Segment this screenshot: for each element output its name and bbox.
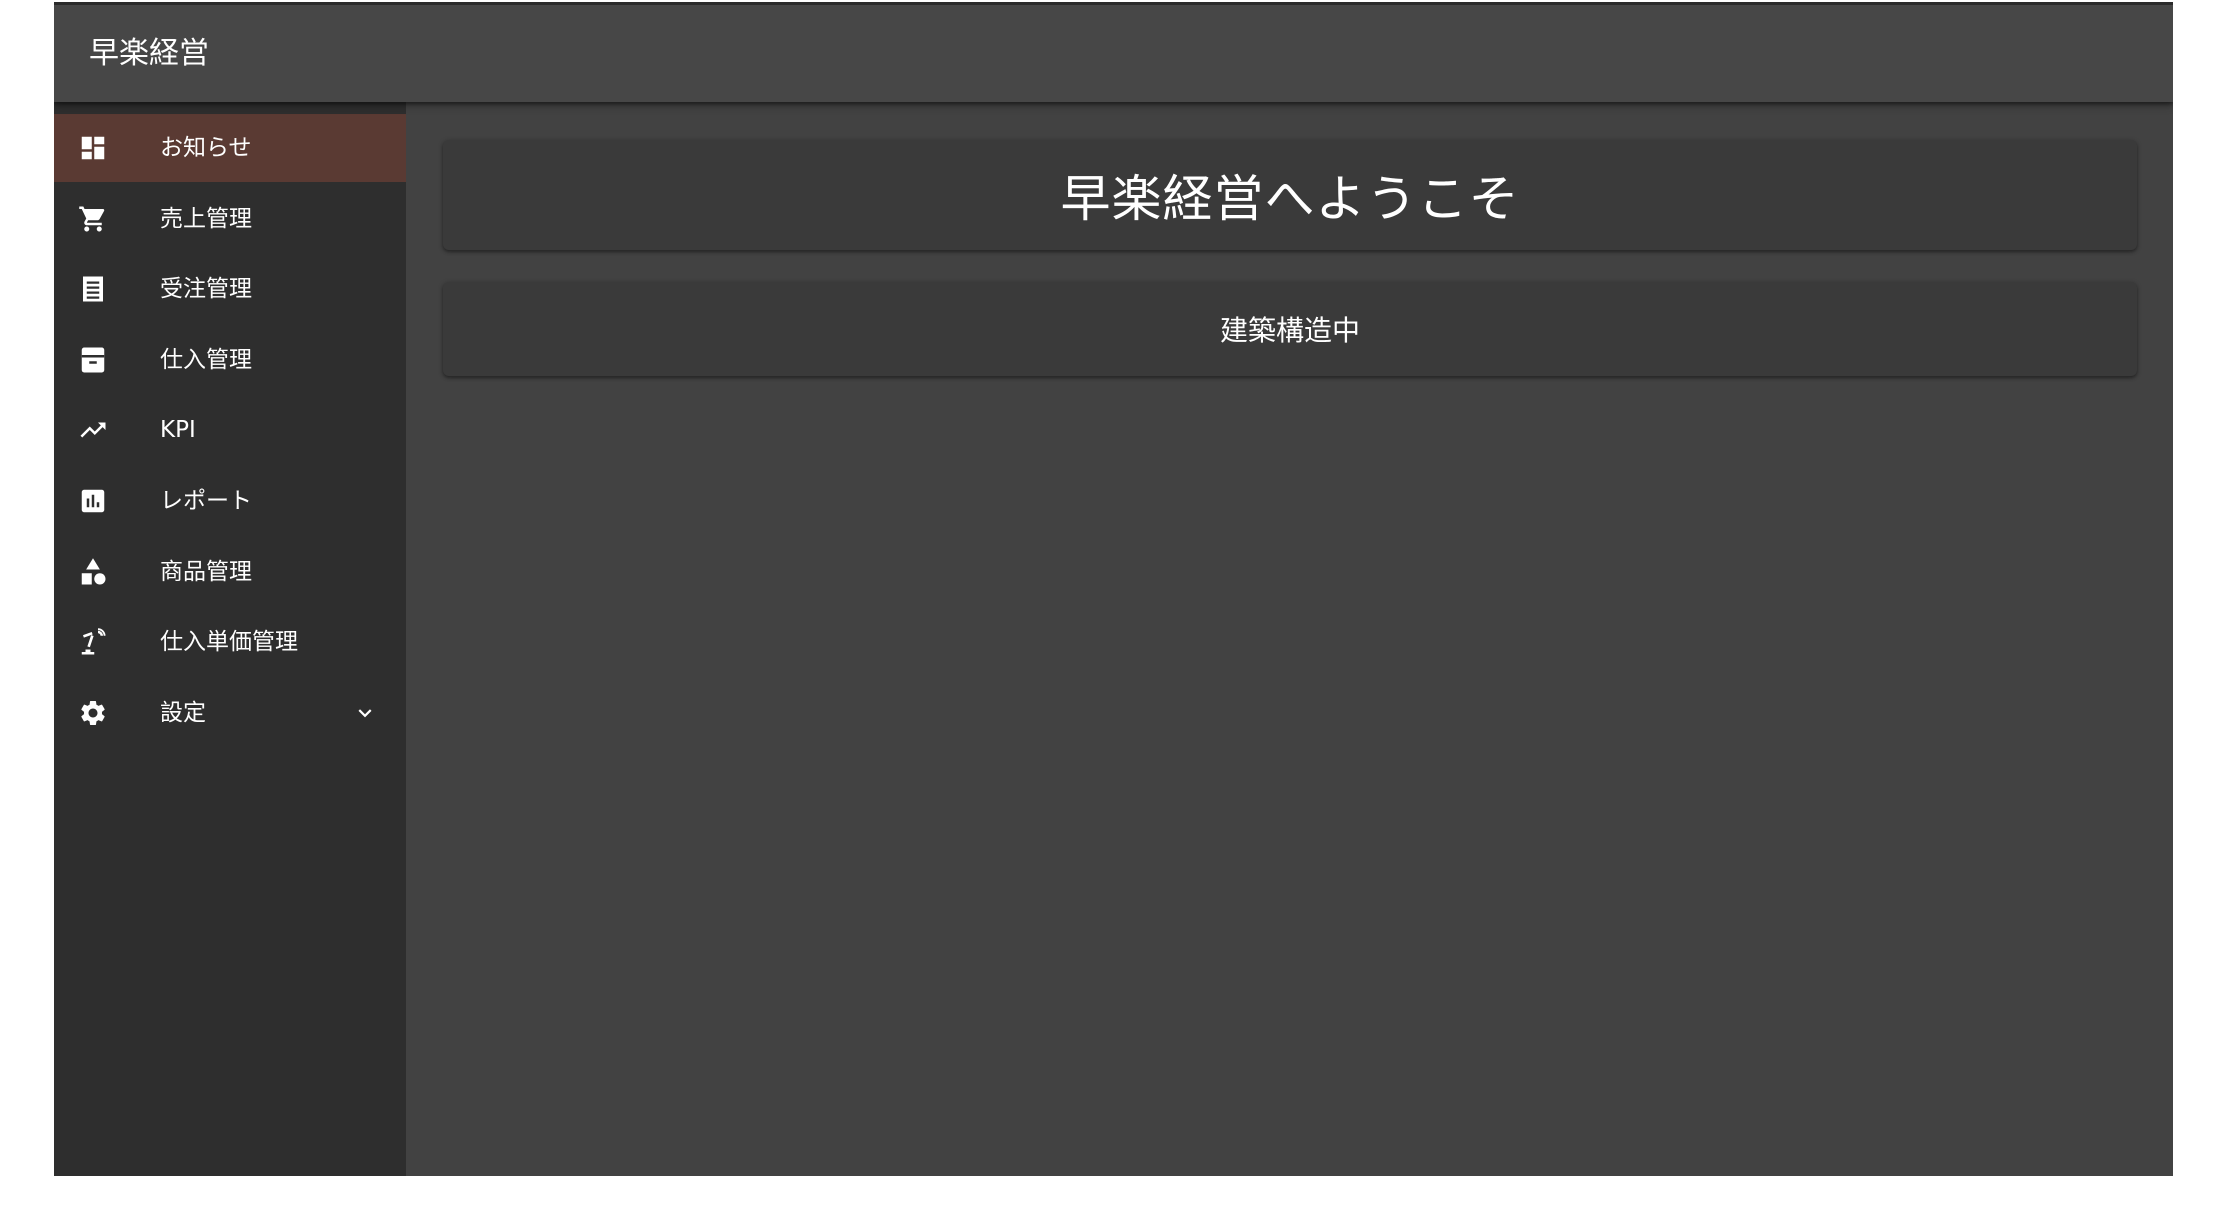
sidebar-item-label: 受注管理 [160, 276, 252, 303]
shopping-cart-icon [78, 204, 108, 234]
archive-box-icon [78, 345, 108, 375]
sidebar-item-label: 仕入管理 [160, 346, 252, 373]
sidebar-item-kpi[interactable]: KPI [54, 396, 406, 464]
sidebar-item-settings[interactable]: 設定 [54, 679, 406, 747]
trending-up-icon [78, 415, 108, 445]
sidebar-nav-list: お知らせ 売上管理 受注管理 仕入管理 KPI レポート 商品管理 仕入単価管理… [54, 114, 406, 749]
status-text: 建築構造中 [1219, 314, 1360, 347]
app-window: 早楽経営 お知らせ 売上管理 受注管理 仕入管理 KPI レポート 商品管理 仕… [54, 2, 2173, 1176]
sidebar-item-products[interactable]: 商品管理 [54, 538, 406, 606]
welcome-card: 早楽経営へようこそ [443, 140, 2137, 250]
sidebar-item-reports[interactable]: レポート [54, 467, 406, 535]
gear-icon [78, 698, 108, 728]
dashboard-icon [78, 133, 108, 163]
sidebar-item-label: 商品管理 [160, 558, 252, 585]
sidebar-item-purchasing[interactable]: 仕入管理 [54, 326, 406, 394]
status-card: 建築構造中 [443, 282, 2137, 376]
sidebar-item-orders[interactable]: 受注管理 [54, 255, 406, 323]
sidebar: お知らせ 売上管理 受注管理 仕入管理 KPI レポート 商品管理 仕入単価管理… [54, 102, 406, 1176]
main-content: 早楽経営へようこそ 建築構造中 [406, 102, 2173, 1176]
sidebar-item-unit-price[interactable]: 仕入単価管理 [54, 608, 406, 676]
sidebar-item-label: レポート [160, 487, 252, 514]
sidebar-item-label: お知らせ [160, 135, 252, 161]
app-bar: 早楽経営 [54, 5, 2173, 102]
bar-chart-icon [78, 486, 108, 516]
category-shapes-icon [78, 557, 108, 587]
sidebar-item-notices[interactable]: お知らせ [54, 114, 406, 182]
chevron-down-icon[interactable] [352, 700, 378, 726]
sidebar-item-label: 設定 [160, 699, 206, 726]
sidebar-item-label: KPI [160, 417, 196, 444]
precision-tool-icon [78, 627, 108, 657]
sidebar-item-label: 売上管理 [160, 205, 252, 232]
sidebar-item-sales[interactable]: 売上管理 [54, 185, 406, 253]
app-title: 早楽経営 [89, 36, 209, 71]
sidebar-item-label: 仕入単価管理 [160, 629, 298, 656]
welcome-title: 早楽経営へようこそ [1060, 170, 1520, 228]
receipt-list-icon [78, 274, 108, 304]
